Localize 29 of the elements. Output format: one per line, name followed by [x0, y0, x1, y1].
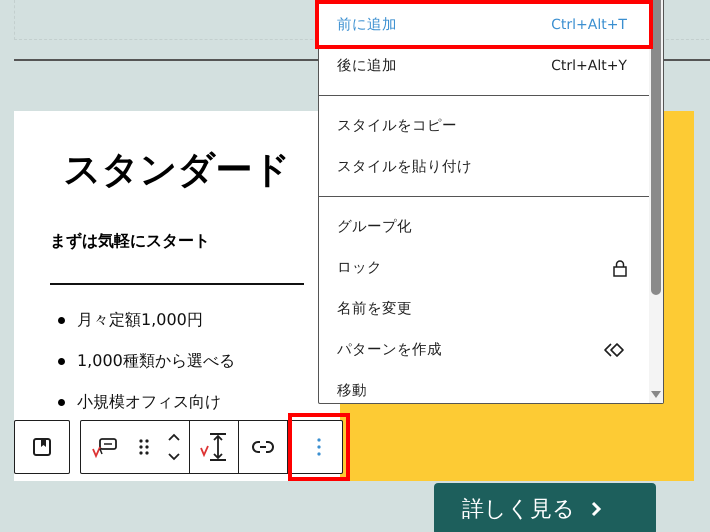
- menu-item[interactable]: スタイルをコピー: [319, 105, 649, 146]
- bullet-icon: [58, 399, 65, 406]
- menu-item[interactable]: 移動: [319, 370, 649, 411]
- plan-subtitle: まずは気軽にスタート: [50, 231, 211, 251]
- menu-item[interactable]: パターンを作成: [319, 329, 649, 370]
- details-button[interactable]: 詳しく見る: [434, 483, 656, 532]
- bullet-icon: [58, 317, 65, 324]
- feature-text: 月々定額1,000円: [77, 310, 203, 331]
- feature-text: 1,000種類から選べる: [77, 351, 235, 372]
- link-icon: [252, 440, 274, 454]
- chevron-icon: [589, 501, 603, 517]
- menu-item[interactable]: グループ化: [319, 206, 649, 247]
- scrollbar[interactable]: [649, 0, 663, 403]
- lock-icon: [613, 258, 627, 276]
- plan-title: スタンダード: [62, 147, 292, 193]
- bookmark-icon: [31, 436, 53, 458]
- menu-item[interactable]: 後に追加 Ctrl+Alt+Y: [319, 45, 649, 86]
- menu-item[interactable]: ロック: [319, 247, 649, 288]
- up-down-arrows-icon: [166, 432, 182, 462]
- bullet-icon: [58, 358, 65, 365]
- paragraph-check-icon: [91, 435, 119, 459]
- menu-item[interactable]: 名前を変更: [319, 288, 649, 329]
- scroll-down-icon: [650, 389, 662, 399]
- menu-item[interactable]: スタイルを貼り付け: [319, 146, 649, 187]
- toolbar-button[interactable]: [288, 413, 350, 481]
- height-check-icon: [199, 432, 229, 462]
- more-icon: [316, 437, 322, 457]
- feature-text: 小規模オフィス向け: [77, 392, 221, 413]
- drag-handle-icon: [138, 438, 150, 456]
